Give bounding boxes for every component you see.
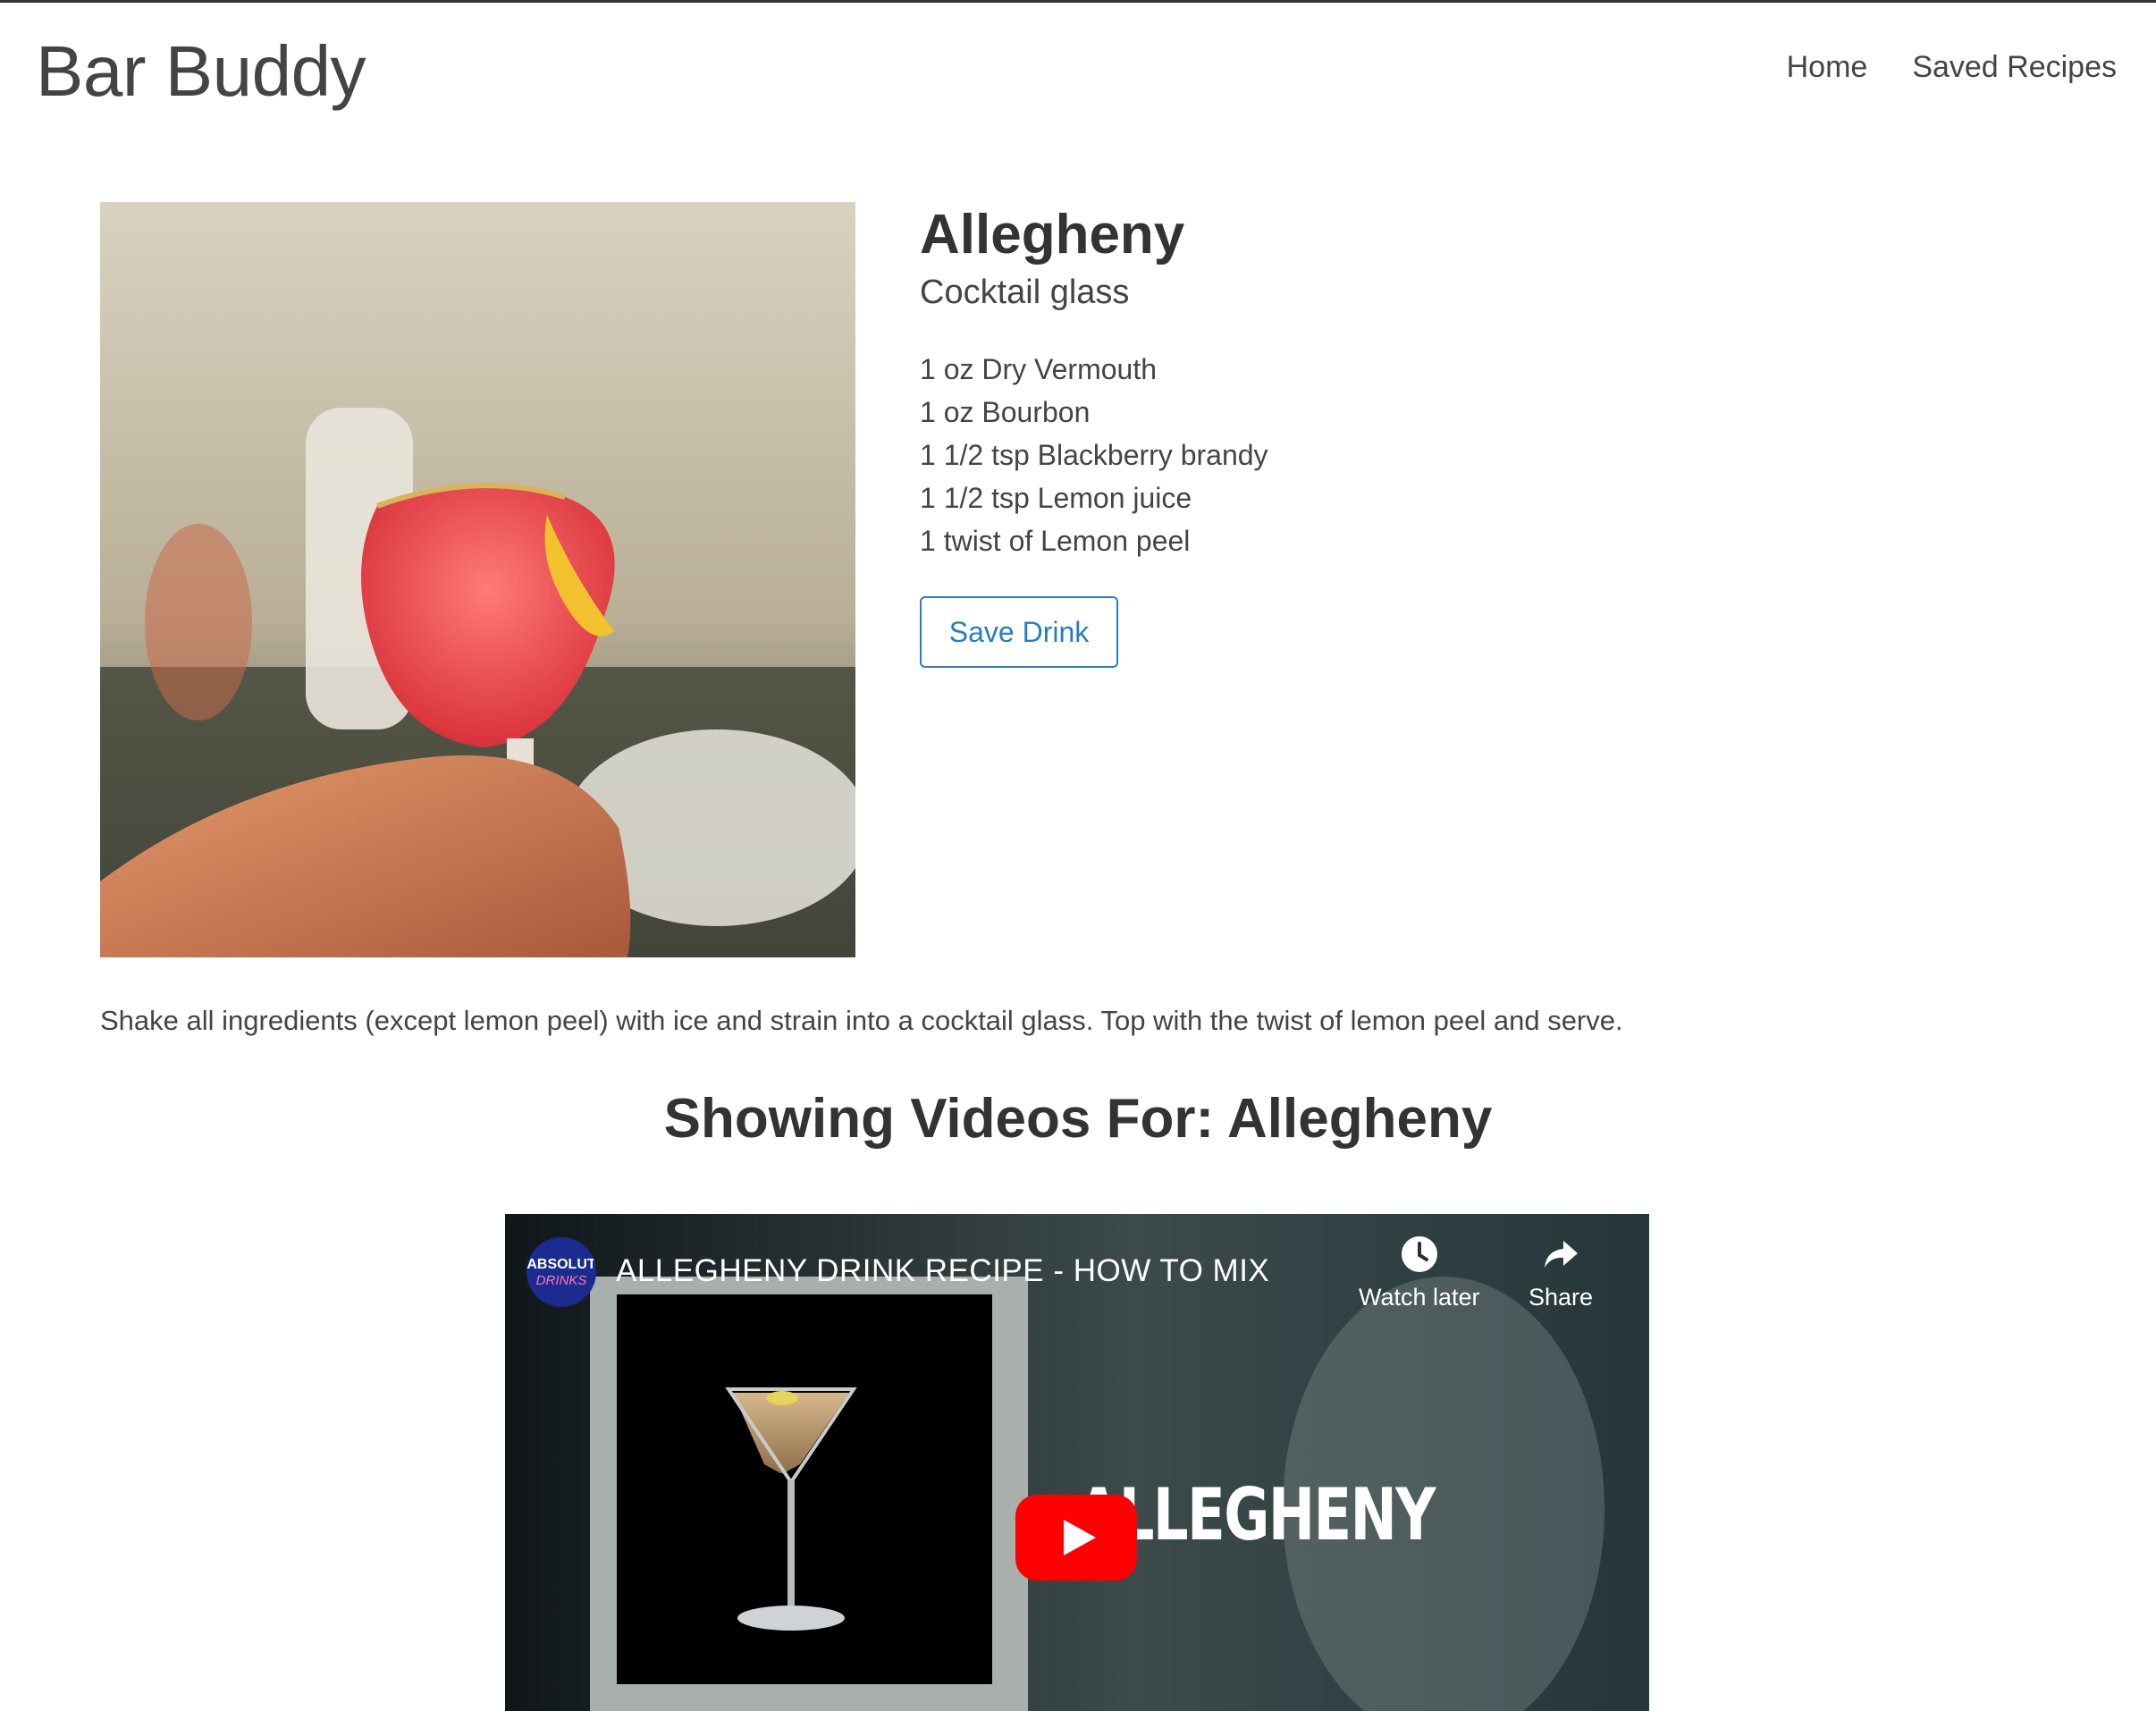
play-icon[interactable] — [1015, 1495, 1137, 1580]
nav-home-link[interactable]: Home — [1787, 50, 1868, 85]
watch-later-button[interactable]: Watch later — [1359, 1234, 1480, 1311]
video-player[interactable]: ABSOLUT DRINKS ALLEGHENY DRINK RECIPE - … — [505, 1214, 1649, 1711]
share-label: Share — [1529, 1284, 1594, 1311]
drink-details: Allegheny Cocktail glass 1 oz Dry Vermou… — [920, 202, 1724, 669]
ingredient-item: 1 1/2 tsp Lemon juice — [920, 482, 1192, 515]
videos-heading: Showing Videos For: Allegheny — [663, 1088, 1493, 1150]
top-border — [0, 0, 2156, 3]
nav-saved-recipes-link[interactable]: Saved Recipes — [1912, 50, 2117, 85]
drink-photo — [100, 202, 855, 957]
channel-logo[interactable]: ABSOLUT DRINKS — [526, 1237, 596, 1307]
watch-later-label: Watch later — [1359, 1284, 1480, 1311]
glass-type: Cocktail glass — [920, 274, 1130, 312]
ingredient-item: 1 twist of Lemon peel — [920, 525, 1191, 558]
share-button[interactable]: Share — [1529, 1234, 1593, 1311]
ingredient-item: 1 oz Dry Vermouth — [920, 353, 1157, 386]
drink-instructions: Shake all ingredients (except lemon peel… — [100, 1005, 1623, 1036]
video-title[interactable]: ALLEGHENY DRINK RECIPE - HOW TO MIX — [616, 1253, 1269, 1289]
clock-icon — [1401, 1236, 1437, 1272]
channel-logo-line2: DRINKS — [535, 1272, 587, 1288]
drink-name: Allegheny — [920, 204, 1185, 266]
share-arrow-icon — [1545, 1241, 1579, 1268]
ingredient-list: 1 oz Dry Vermouth 1 oz Bourbon 1 1/2 tsp… — [920, 348, 1724, 562]
ingredient-item: 1 1/2 tsp Blackberry brandy — [920, 439, 1268, 472]
ingredient-item: 1 oz Bourbon — [920, 396, 1091, 429]
save-drink-button[interactable]: Save Drink — [920, 596, 1118, 669]
channel-logo-line1: ABSOLUT — [526, 1256, 596, 1272]
main-nav: Home Saved Recipes — [1787, 50, 2117, 85]
brand-logo[interactable]: Bar Buddy — [36, 30, 366, 113]
